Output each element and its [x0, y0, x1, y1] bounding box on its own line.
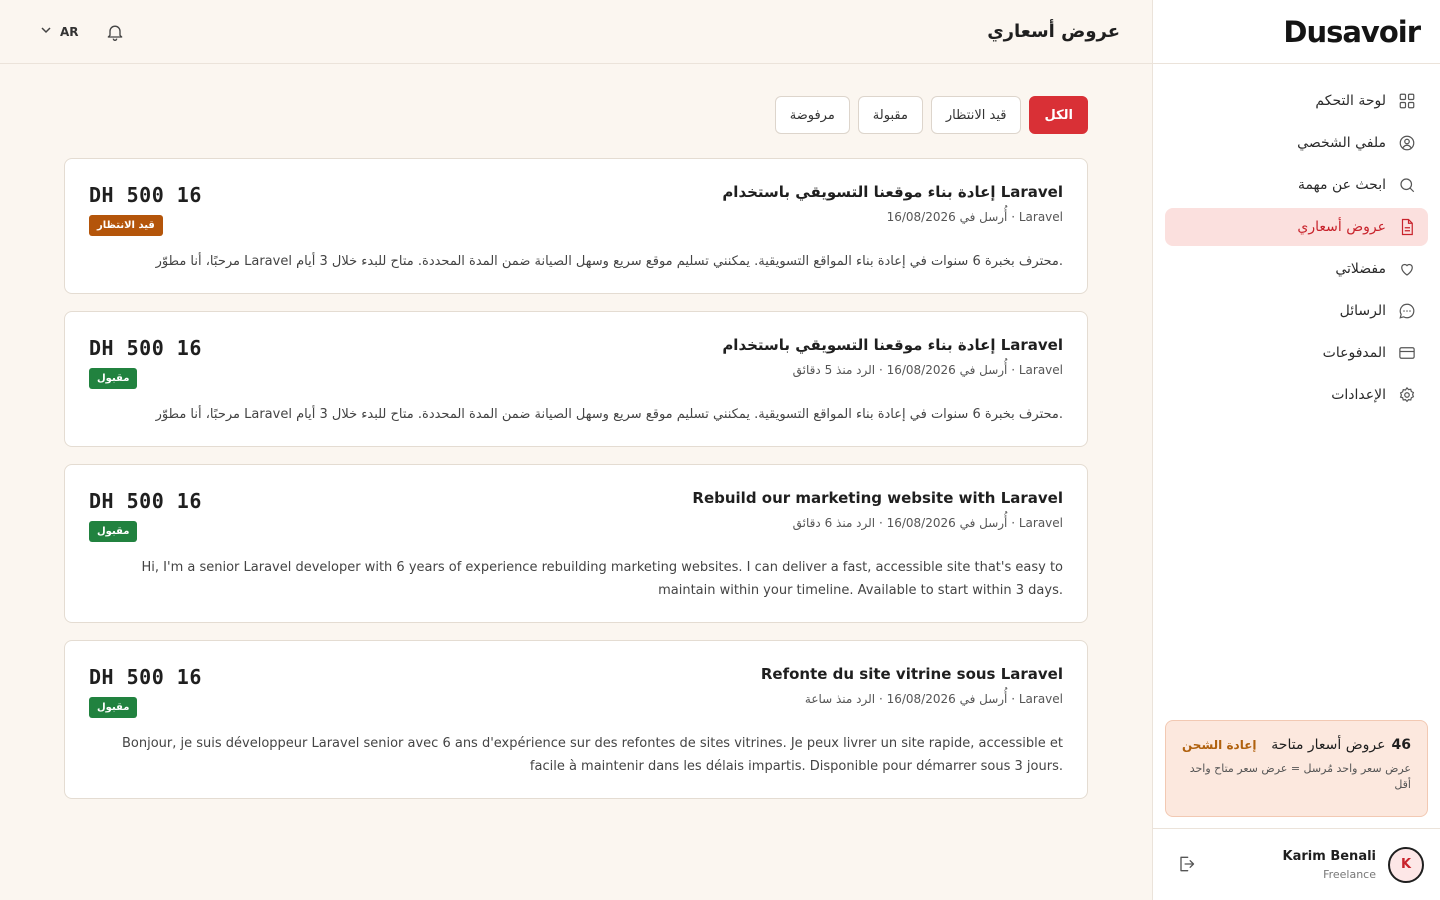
credits-number: 46 [1391, 737, 1411, 753]
proposal-amount: DH 500 16 [89, 336, 202, 360]
sidebar-item-settings[interactable]: الإعدادات [1165, 376, 1428, 414]
proposal-title[interactable]: Rebuild our marketing website with Larav… [692, 489, 1063, 507]
gear-icon [1398, 386, 1416, 404]
sidebar-item-label: لوحة التحكم [1315, 93, 1386, 109]
proposal-body: Bonjour, je suis développeur Laravel sen… [121, 736, 1063, 774]
sidebar-item-messages[interactable]: الرسائل [1165, 292, 1428, 330]
page-title: عروض أسعاري [987, 21, 1120, 42]
sidebar-item-label: الإعدادات [1331, 387, 1386, 403]
proposal-body: مرحبًا، أنا مطوّر Laravel محترف بخبرة 6 … [155, 407, 1063, 422]
status-badge: مقبول [89, 697, 138, 718]
proposal-amount: DH 500 16 [89, 489, 202, 513]
logout-icon[interactable] [1176, 854, 1198, 876]
filter-accepted[interactable]: مقبولة [857, 96, 923, 134]
filter-pending[interactable]: قيد الانتظار [930, 96, 1022, 134]
sidebar-item-favorites[interactable]: مفضلاتي [1165, 250, 1428, 288]
bell-icon[interactable] [105, 22, 125, 42]
language-label: AR [60, 24, 79, 39]
sidebar-nav: لوحة التحكم ملفي الشخصي ابحث عن مهمة عرو… [1153, 64, 1440, 414]
brand-logo[interactable]: Dusavoir [1153, 0, 1440, 64]
credits-count: 46 عروض أسعار متاحة [1271, 737, 1411, 753]
user-role: Freelance [1323, 867, 1376, 881]
proposal-body: مرحبًا، أنا مطوّر Laravel محترف بخبرة 6 … [155, 254, 1063, 269]
grid-icon [1398, 92, 1416, 110]
status-filters: الكل قيد الانتظار مقبولة مرفوضة [774, 96, 1088, 134]
proposal-list: DH 500 16 قيد الانتظار إعادة بناء موقعنا… [64, 158, 1088, 816]
user-circle-icon [1398, 134, 1416, 152]
credits-panel: 46 عروض أسعار متاحة إعادة الشحن عرض سعر … [1165, 720, 1428, 817]
sidebar-item-find-job[interactable]: ابحث عن مهمة [1165, 166, 1428, 204]
sidebar-item-label: ملفي الشخصي [1297, 135, 1386, 151]
top-bar: AR عروض أسعاري [0, 0, 1152, 64]
sidebar-item-my-quotes[interactable]: عروض أسعاري [1165, 208, 1428, 246]
credits-label: عروض أسعار متاحة [1271, 737, 1386, 753]
status-badge: مقبول [89, 368, 138, 389]
proposal-meta: Laravel · أُرسل في 16/08/2026 · الرد منذ… [792, 363, 1063, 377]
sidebar-item-payments[interactable]: المدفوعات [1165, 334, 1428, 372]
proposal-title[interactable]: Refonte du site vitrine sous Laravel [761, 665, 1063, 683]
user-name: Karim Benali [1282, 848, 1376, 864]
user-bar: Karim Benali Freelance K [1152, 828, 1440, 900]
sidebar-item-label: مفضلاتي [1335, 261, 1386, 277]
credit-card-icon [1398, 344, 1416, 362]
sidebar: Dusavoir لوحة التحكم ملفي الشخصي ابحث عن… [1152, 0, 1440, 900]
sidebar-item-profile[interactable]: ملفي الشخصي [1165, 124, 1428, 162]
filter-rejected[interactable]: مرفوضة [774, 96, 850, 134]
sidebar-item-dashboard[interactable]: لوحة التحكم [1165, 82, 1428, 120]
sidebar-item-label: المدفوعات [1322, 345, 1386, 361]
proposal-meta: Laravel · أُرسل في 16/08/2026 · الرد منذ… [804, 692, 1063, 706]
avatar[interactable]: K [1388, 846, 1424, 883]
proposal-meta: Laravel · أُرسل في 16/08/2026 [886, 210, 1063, 224]
proposal-card[interactable]: DH 500 16 مقبول Rebuild our marketing we… [64, 464, 1088, 623]
status-badge: قيد الانتظار [89, 215, 163, 236]
sidebar-item-label: ابحث عن مهمة [1297, 177, 1386, 193]
filter-all[interactable]: الكل [1029, 96, 1088, 134]
sidebar-item-label: الرسائل [1339, 303, 1386, 319]
heart-icon [1398, 260, 1416, 278]
chevron-down-icon [40, 24, 52, 39]
proposal-body: Hi, I'm a senior Laravel developer with … [141, 560, 1063, 598]
status-badge: مقبول [89, 521, 138, 542]
search-icon [1398, 176, 1416, 194]
language-switcher[interactable]: AR [40, 24, 79, 39]
proposal-title[interactable]: إعادة بناء موقعنا التسويقي باستخدام Lara… [722, 336, 1063, 354]
proposal-card[interactable]: DH 500 16 قيد الانتظار إعادة بناء موقعنا… [64, 158, 1088, 294]
chat-icon [1398, 302, 1416, 320]
credits-note: عرض سعر واحد مُرسل = عرض سعر متاح واحد أ… [1189, 762, 1411, 791]
proposal-title[interactable]: إعادة بناء موقعنا التسويقي باستخدام Lara… [722, 183, 1063, 201]
proposal-amount: DH 500 16 [89, 665, 202, 689]
proposal-meta: Laravel · أُرسل في 16/08/2026 · الرد منذ… [792, 516, 1063, 530]
document-icon [1398, 218, 1416, 236]
brand-name: Dusavoir [1283, 14, 1421, 49]
sidebar-item-label: عروض أسعاري [1297, 219, 1386, 235]
proposal-card[interactable]: DH 500 16 مقبول إعادة بناء موقعنا التسوي… [64, 311, 1088, 447]
recharge-link[interactable]: إعادة الشحن [1182, 738, 1257, 752]
proposal-amount: DH 500 16 [89, 183, 202, 207]
proposal-card[interactable]: DH 500 16 مقبول Refonte du site vitrine … [64, 640, 1088, 799]
